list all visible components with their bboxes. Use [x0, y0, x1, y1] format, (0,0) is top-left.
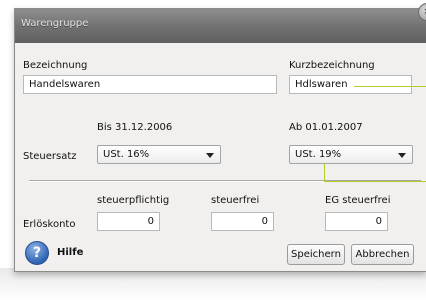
title-bar[interactable]: Warengruppe	[15, 9, 426, 43]
erloeskonto-label: Erlöskonto	[23, 219, 76, 230]
help-label[interactable]: Hilfe	[57, 247, 83, 258]
kurzbezeichnung-field[interactable]: Hdlswaren	[289, 75, 412, 94]
bezeichnung-field[interactable]: Handelswaren	[23, 75, 277, 94]
help-icon[interactable]: ?	[25, 241, 49, 265]
taxfree-label: steuerfrei	[211, 195, 260, 206]
chevron-down-icon	[206, 153, 214, 158]
cancel-button[interactable]: Abbrechen	[351, 244, 414, 265]
tax-before-header: Bis 31.12.2006	[97, 122, 173, 133]
taxable-account-field[interactable]: 0	[97, 212, 160, 231]
chevron-down-icon	[398, 153, 406, 158]
save-button[interactable]: Speichern	[287, 244, 345, 265]
callout-line-tax-after	[324, 181, 426, 182]
tax-after-selected: USt. 19%	[295, 149, 342, 160]
tax-after-select[interactable]: USt. 19%	[289, 145, 413, 164]
eu-taxfree-label: EG steuerfrei	[325, 195, 391, 206]
tax-before-selected: USt. 16%	[103, 149, 150, 160]
dialog-title: Warengruppe	[21, 18, 89, 29]
tax-before-select[interactable]: USt. 16%	[97, 145, 221, 164]
callout-line-vertical	[324, 164, 325, 181]
steuersatz-label: Steuersatz	[23, 151, 77, 162]
warengruppe-dialog: Warengruppe × Bezeichnung Handelswaren K…	[14, 3, 426, 272]
bezeichnung-label: Bezeichnung	[23, 60, 88, 71]
eu-taxfree-account-field[interactable]: 0	[325, 212, 388, 231]
background-shadow	[0, 268, 426, 301]
kurzbezeichnung-label: Kurzbezeichnung	[289, 60, 375, 71]
callout-line-short-name	[354, 86, 426, 87]
tax-after-header: Ab 01.01.2007	[289, 122, 363, 133]
taxfree-account-field[interactable]: 0	[211, 212, 274, 231]
taxable-label: steuerpflichtig	[97, 195, 170, 206]
